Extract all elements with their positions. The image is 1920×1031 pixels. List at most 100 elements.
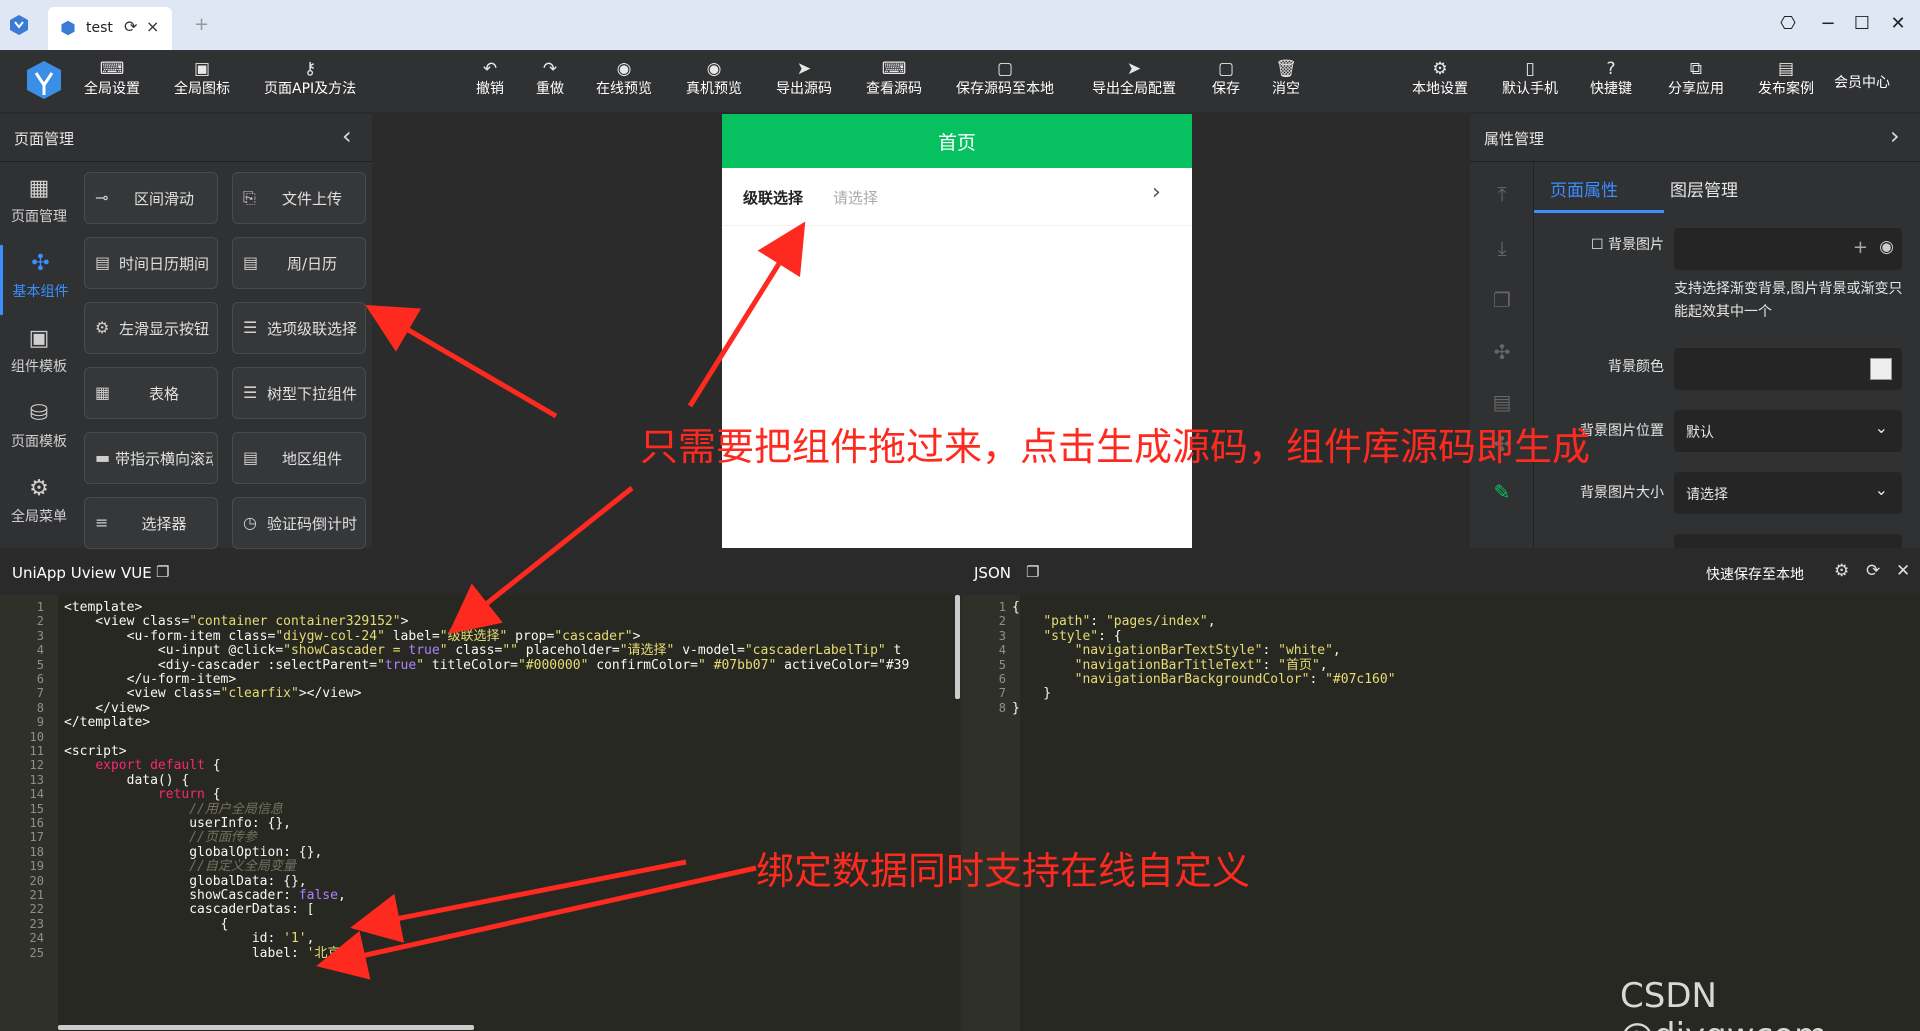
annotation-bottom: 绑定数据同时支持在线自定义 — [756, 849, 1251, 893]
color-swatch-icon[interactable] — [1870, 358, 1892, 380]
cascader-placeholder[interactable]: 请选择 — [833, 187, 878, 208]
component-item[interactable]: ☰ 树型下拉组件 — [232, 367, 366, 419]
cascader-field[interactable]: 级联选择 请选择 › — [722, 168, 1192, 226]
toolbar-button-center-7[interactable]: ➤ 导出全局配置 — [1092, 58, 1176, 98]
browser-tab[interactable]: test ⟳ × — [48, 7, 172, 50]
toolbar-label: 撤销 — [476, 81, 504, 97]
toolbar-button-center-3[interactable]: ◉ 真机预览 — [686, 58, 742, 98]
component-item[interactable]: ▬ 带指示横向滚动 — [84, 432, 218, 484]
tab-close-button[interactable]: × — [146, 17, 159, 36]
bg-size-select[interactable]: 请选择 ⌄ — [1674, 472, 1902, 514]
toolbar-button-right-3[interactable]: ⧉ 分享应用 — [1668, 58, 1724, 98]
sidebar-item-label: 页面管理 — [11, 209, 67, 225]
settings-icon[interactable]: ⎔ — [1776, 13, 1800, 34]
toolbar-label: 本地设置 — [1412, 81, 1468, 97]
component-item[interactable]: ▤ 地区组件 — [232, 432, 366, 484]
quick-save-button[interactable]: 快速保存至本地 — [1706, 564, 1804, 584]
component-label: 区间滑动 — [133, 190, 194, 208]
toolbar-button-right-2[interactable]: ? 快捷键 — [1590, 58, 1632, 98]
sidebar-item-label: 组件模板 — [11, 359, 67, 375]
puzzle-icon[interactable]: ✣ — [1488, 340, 1516, 364]
calendar-icon: ▤ — [243, 448, 259, 467]
component-item[interactable]: ⚙ 左滑显示按钮 — [84, 302, 218, 354]
close-icon[interactable]: ✕ — [1896, 561, 1910, 581]
tab-logo-icon — [61, 20, 75, 36]
component-item[interactable]: ▤ 时间日历期间 — [84, 237, 218, 289]
main-toolbar: ⌨ 全局设置 ▣ 全局图标 ⚷ 页面API及方法 ↶ 撤销 ↷ 重做 ◉ 在线预览 ◉ 真机预览 ➤ 导出源… — [0, 50, 1920, 112]
component-item[interactable]: ⎘ 文件上传 — [232, 172, 366, 224]
sidebar-item-0[interactable]: ▦ 页面管理 — [0, 170, 78, 240]
palette-icon[interactable]: ◉ — [1879, 237, 1894, 257]
brand-logo — [27, 61, 61, 99]
doc-icon[interactable]: ▤ — [1488, 390, 1516, 414]
json-code-editor[interactable]: { "path": "pages/index", "style": { "nav… — [1012, 595, 1920, 1031]
toolbar-button-center-9[interactable]: 🗑 消空 — [1272, 58, 1300, 98]
add-tab-button[interactable]: + — [194, 14, 209, 35]
minimize-icon[interactable]: − — [1816, 13, 1840, 34]
collapse-right-icon[interactable]: › — [1890, 122, 1900, 150]
plus-icon[interactable]: + — [1853, 237, 1868, 258]
toolbar-button-right-4[interactable]: ▤ 发布案例 — [1758, 58, 1814, 98]
copy-icon[interactable]: ❐ — [1488, 288, 1516, 312]
toolbar-button-center-2[interactable]: ◉ 在线预览 — [596, 58, 652, 98]
toolbar-button-left-2[interactable]: ⚷ 页面API及方法 — [264, 58, 356, 98]
tab-layer-manage[interactable]: 图层管理 — [1670, 176, 1738, 201]
bg-color-input[interactable] — [1674, 348, 1902, 390]
maximize-icon[interactable]: ☐ — [1850, 13, 1874, 34]
edit-icon[interactable]: ✎ — [1488, 480, 1516, 504]
left-panel: 页面管理 ‹ ▦ 页面管理 ✣ 基本组件 ▣ 组件模板 ⛁ 页面模板 ⚙ 全局菜单 ⊸ 区间滑动 ⎘ 文… — [0, 114, 372, 549]
copy-icon[interactable]: ❐ — [156, 563, 169, 581]
component-item[interactable]: ▦ 表格 — [84, 367, 218, 419]
component-label: 选择器 — [141, 515, 187, 533]
toolbar-label: 导出源码 — [776, 81, 832, 97]
toolbar-button-left-0[interactable]: ⌨ 全局设置 — [84, 58, 140, 98]
refresh-icon[interactable]: ⟳ — [1866, 561, 1880, 581]
toolbar-label: 导出全局配置 — [1092, 81, 1176, 97]
arrow-up-icon[interactable]: ⤒ — [1488, 182, 1516, 206]
vue-code-title: UniApp Uview VUE — [12, 564, 152, 582]
component-item[interactable]: ⊸ 区间滑动 — [84, 172, 218, 224]
reload-icon[interactable]: ⟳ — [124, 17, 137, 36]
tab-page-props[interactable]: 页面属性 — [1550, 176, 1618, 201]
toolbar-button-center-5[interactable]: ⌨ 查看源码 — [866, 58, 922, 98]
component-label: 带指示横向滚动 — [115, 450, 213, 468]
sidebar-item-1[interactable]: ✣ 基本组件 — [0, 245, 78, 315]
toolbar-button-center-8[interactable]: ▢ 保存 — [1212, 58, 1240, 98]
toolbar-label: 重做 — [536, 81, 564, 97]
toolbar-button-center-0[interactable]: ↶ 撤销 — [476, 58, 504, 98]
close-icon[interactable]: ✕ — [1886, 13, 1910, 34]
component-item[interactable]: ▤ 周/日历 — [232, 237, 366, 289]
save-icon: ▢ — [996, 59, 1014, 79]
bg-size-label: 背景图片大小 — [1580, 485, 1664, 501]
gear-icon[interactable]: ⚙ — [1834, 561, 1849, 581]
tab-title: test — [86, 20, 113, 36]
app-window: test ⟳ × + ⎔ − ☐ ✕ ⌨ 全局设置 ▣ 全局图标 ⚷ 页面API及方法 ↶… — [0, 0, 1920, 1031]
toolbar-button-center-1[interactable]: ↷ 重做 — [536, 58, 564, 98]
sidebar-item-3[interactable]: ⛁ 页面模板 — [0, 395, 78, 465]
next-field-box[interactable] — [1674, 534, 1902, 548]
json-code-header: JSON ❐ 快速保存至本地 ⚙ ⟳ ✕ — [962, 552, 1920, 595]
bg-image-input[interactable]: + ◉ — [1674, 228, 1902, 270]
vue-code-editor[interactable]: <template> <view class="container contai… — [64, 595, 960, 1031]
bg-hint-text: 支持选择渐变背景,图片背景或渐变只能起效其中一个 — [1674, 281, 1903, 320]
component-item[interactable]: ≡ 选择器 — [84, 497, 218, 549]
member-center-link[interactable]: 会员中心 — [1834, 72, 1890, 92]
arrow-down-icon[interactable]: ⤓ — [1488, 236, 1516, 260]
vertical-scrollbar[interactable] — [955, 595, 960, 699]
toolbar-button-left-1[interactable]: ▣ 全局图标 — [174, 58, 230, 98]
component-item[interactable]: ◷ 验证码倒计时 — [232, 497, 366, 549]
plugin-icon: ⚷ — [303, 59, 317, 79]
bg-color-label: 背景颜色 — [1608, 359, 1664, 375]
copy-icon[interactable]: ❐ — [1026, 563, 1039, 581]
toolbar-button-right-0[interactable]: ⚙ 本地设置 — [1412, 58, 1468, 98]
collapse-left-icon[interactable]: ‹ — [342, 122, 352, 150]
toolbar-button-center-6[interactable]: ▢ 保存源码至本地 — [956, 58, 1054, 98]
bg-pos-select[interactable]: 默认 ⌄ — [1674, 410, 1902, 452]
component-item[interactable]: ☰ 选项级联选择 — [232, 302, 366, 354]
phone-nav-bar: 首页 — [722, 114, 1192, 168]
toolbar-button-right-1[interactable]: ▯ 默认手机 — [1502, 58, 1558, 98]
sidebar-item-2[interactable]: ▣ 组件模板 — [0, 320, 78, 390]
sidebar-item-4[interactable]: ⚙ 全局菜单 — [0, 470, 78, 540]
toolbar-button-center-4[interactable]: ➤ 导出源码 — [776, 58, 832, 98]
horizontal-scrollbar[interactable] — [58, 1025, 474, 1030]
